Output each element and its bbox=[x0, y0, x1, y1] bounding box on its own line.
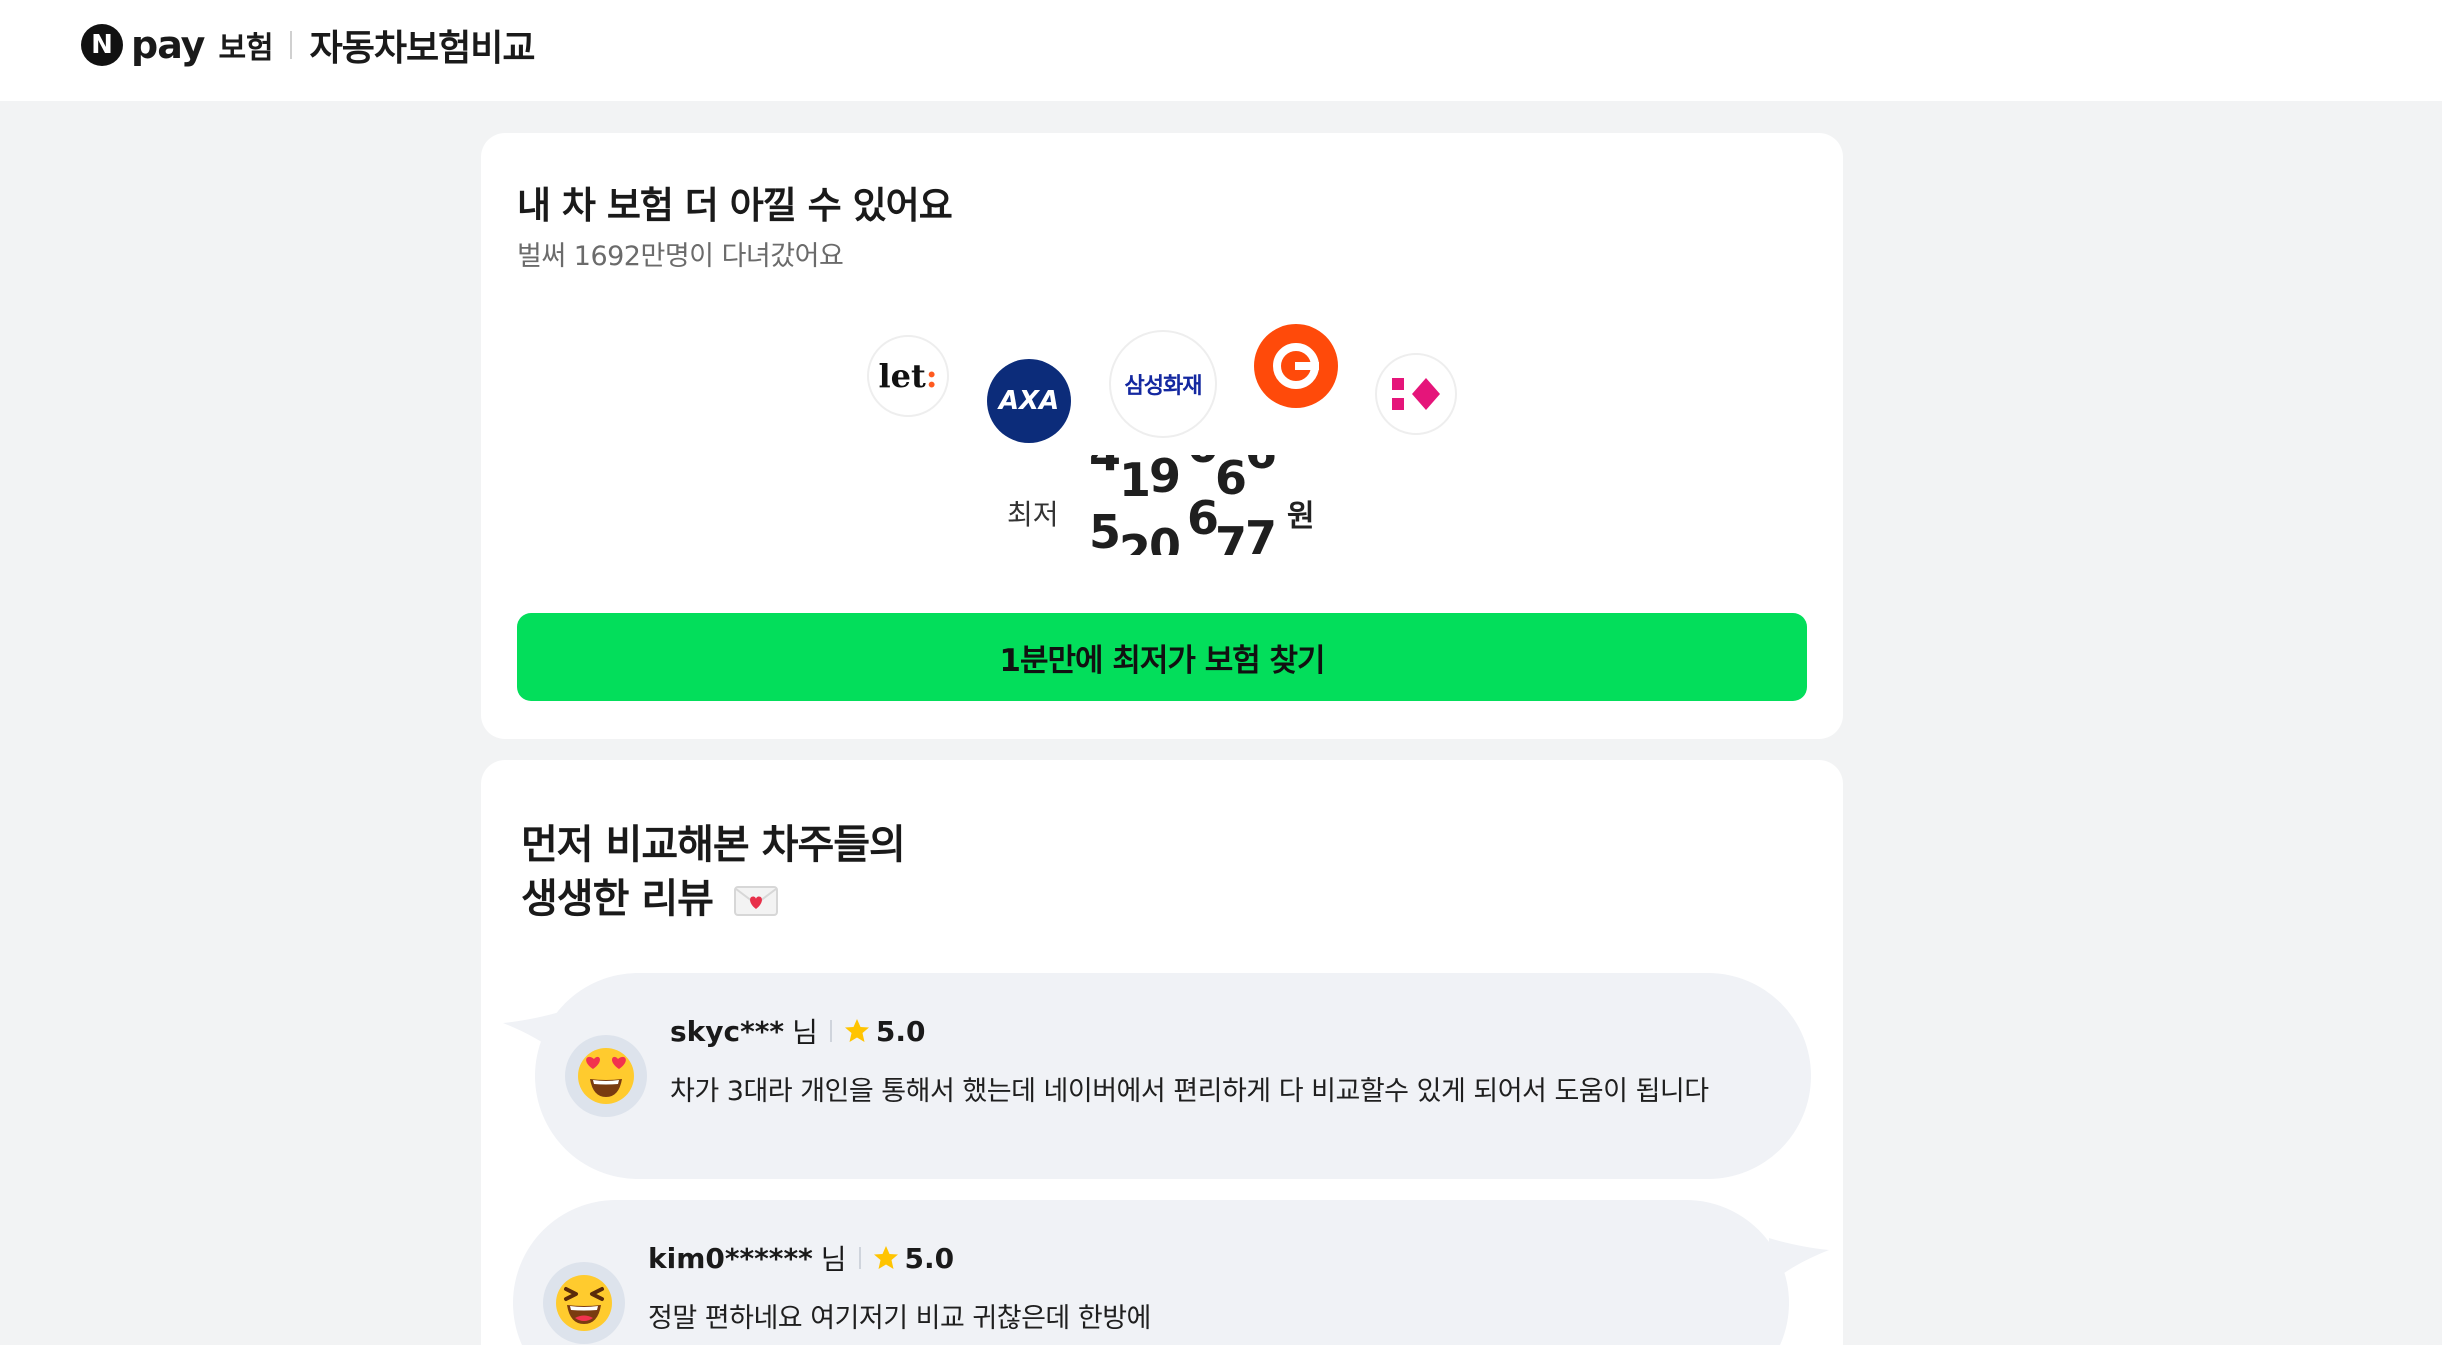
avatar bbox=[543, 1262, 625, 1344]
heart-eyes-emoji bbox=[578, 1048, 634, 1104]
reviews-card: 먼저 비교해본 차주들의 생생한 리뷰 skyc*** 님 5.0 차가 3대라… bbox=[481, 760, 1843, 1345]
bubble-tail bbox=[503, 1011, 563, 1057]
laughing-emoji bbox=[556, 1275, 612, 1331]
review-item: skyc*** 님 5.0 차가 3대라 개인을 통해서 했는데 네이버에서 편… bbox=[503, 973, 1811, 1179]
pay-logo-text: pay bbox=[131, 23, 205, 67]
review-username: skyc*** bbox=[670, 1014, 785, 1048]
review-rating: 5.0 bbox=[875, 1014, 926, 1048]
hero-card: 내 차 보험 더 아낄 수 있어요 벌써 1692만명이 다녀갔어요 let: … bbox=[481, 133, 1843, 739]
let-logo-colon: : bbox=[925, 357, 938, 395]
reviews-title-line1: 먼저 비교해본 차주들의 bbox=[521, 822, 906, 868]
avatar bbox=[565, 1035, 647, 1117]
naver-pay-insurance-logo[interactable]: N pay 보험 자동차보험비교 bbox=[81, 22, 536, 69]
bubble-tail bbox=[1769, 1238, 1829, 1284]
samsung-fire-logo: 삼성화재 bbox=[1109, 330, 1217, 438]
odometer-digit: 5 bbox=[1089, 505, 1122, 555]
meta-divider bbox=[829, 1020, 832, 1042]
axa-logo-text: AXA bbox=[998, 386, 1060, 416]
odometer-digit: 9 bbox=[1149, 455, 1182, 503]
kyobo-icon bbox=[1392, 378, 1440, 410]
star-icon bbox=[873, 1246, 898, 1269]
let-logo-text: let bbox=[878, 357, 926, 395]
samsung-fire-logo-text: 삼성화재 bbox=[1124, 374, 1203, 399]
top-bar: N pay 보험 자동차보험비교 bbox=[0, 0, 2442, 101]
odometer-digit: 6 bbox=[1245, 455, 1277, 479]
lowest-price-row: 최저 4 1 9 0 6 6 5 2 0 6 7 7 원 bbox=[481, 453, 1843, 563]
hero-title: 내 차 보험 더 아낄 수 있어요 bbox=[517, 184, 953, 227]
review-honorific: 님 bbox=[792, 1016, 818, 1049]
find-lowest-price-button[interactable]: 1분만에 최저가 보험 찾기 bbox=[517, 613, 1807, 701]
logo-divider bbox=[289, 31, 292, 59]
naver-n-icon: N bbox=[81, 24, 123, 66]
odometer-digit: 1 bbox=[1119, 455, 1152, 507]
price-unit: 원 bbox=[1287, 499, 1315, 534]
envelope-heart-icon bbox=[733, 886, 778, 916]
odometer-digit: 6 bbox=[1215, 455, 1248, 505]
review-item: kim0****** 님 5.0 정말 편하네요 여기저기 비교 귀찮은데 한방… bbox=[513, 1200, 1829, 1345]
star-icon bbox=[844, 1019, 869, 1042]
review-honorific: 님 bbox=[820, 1243, 847, 1276]
odometer-digit: 2 bbox=[1119, 525, 1152, 555]
odometer-digit: 0 bbox=[1149, 519, 1182, 555]
review-meta: kim0****** 님 5.0 bbox=[648, 1238, 954, 1278]
review-rating: 5.0 bbox=[904, 1241, 955, 1275]
service-title: 자동차보험비교 bbox=[309, 28, 536, 69]
meta-divider bbox=[858, 1247, 861, 1269]
review-meta: skyc*** 님 5.0 bbox=[670, 1011, 925, 1051]
price-odometer: 4 1 9 0 6 6 5 2 0 6 7 7 bbox=[1087, 455, 1277, 555]
odometer-digit: 7 bbox=[1215, 517, 1248, 555]
orange-insurer-logo bbox=[1254, 324, 1338, 408]
reviews-title-line2-wrap: 생생한 리뷰 bbox=[521, 872, 905, 926]
let-logo: let: bbox=[867, 335, 949, 417]
odometer-digit: 4 bbox=[1089, 455, 1121, 481]
review-text: 정말 편하네요 여기저기 비교 귀찮은데 한방에 bbox=[648, 1303, 1151, 1334]
price-label: 최저 bbox=[1007, 498, 1059, 531]
hero-subtitle: 벌써 1692만명이 다녀갔어요 bbox=[517, 241, 844, 272]
axa-logo: AXA bbox=[987, 359, 1071, 443]
review-username: kim0****** bbox=[648, 1241, 813, 1275]
reviews-title: 먼저 비교해본 차주들의 생생한 리뷰 bbox=[521, 818, 906, 926]
kyobo-logo bbox=[1375, 353, 1457, 435]
orange-insurer-icon bbox=[1273, 343, 1319, 389]
odometer-digit: 7 bbox=[1245, 511, 1277, 555]
review-text: 차가 3대라 개인을 통해서 했는데 네이버에서 편리하게 다 비교할수 있게 … bbox=[670, 1076, 1709, 1107]
insurance-logo-text: 보험 bbox=[218, 31, 274, 66]
reviews-title-line2: 생생한 리뷰 bbox=[521, 876, 714, 922]
